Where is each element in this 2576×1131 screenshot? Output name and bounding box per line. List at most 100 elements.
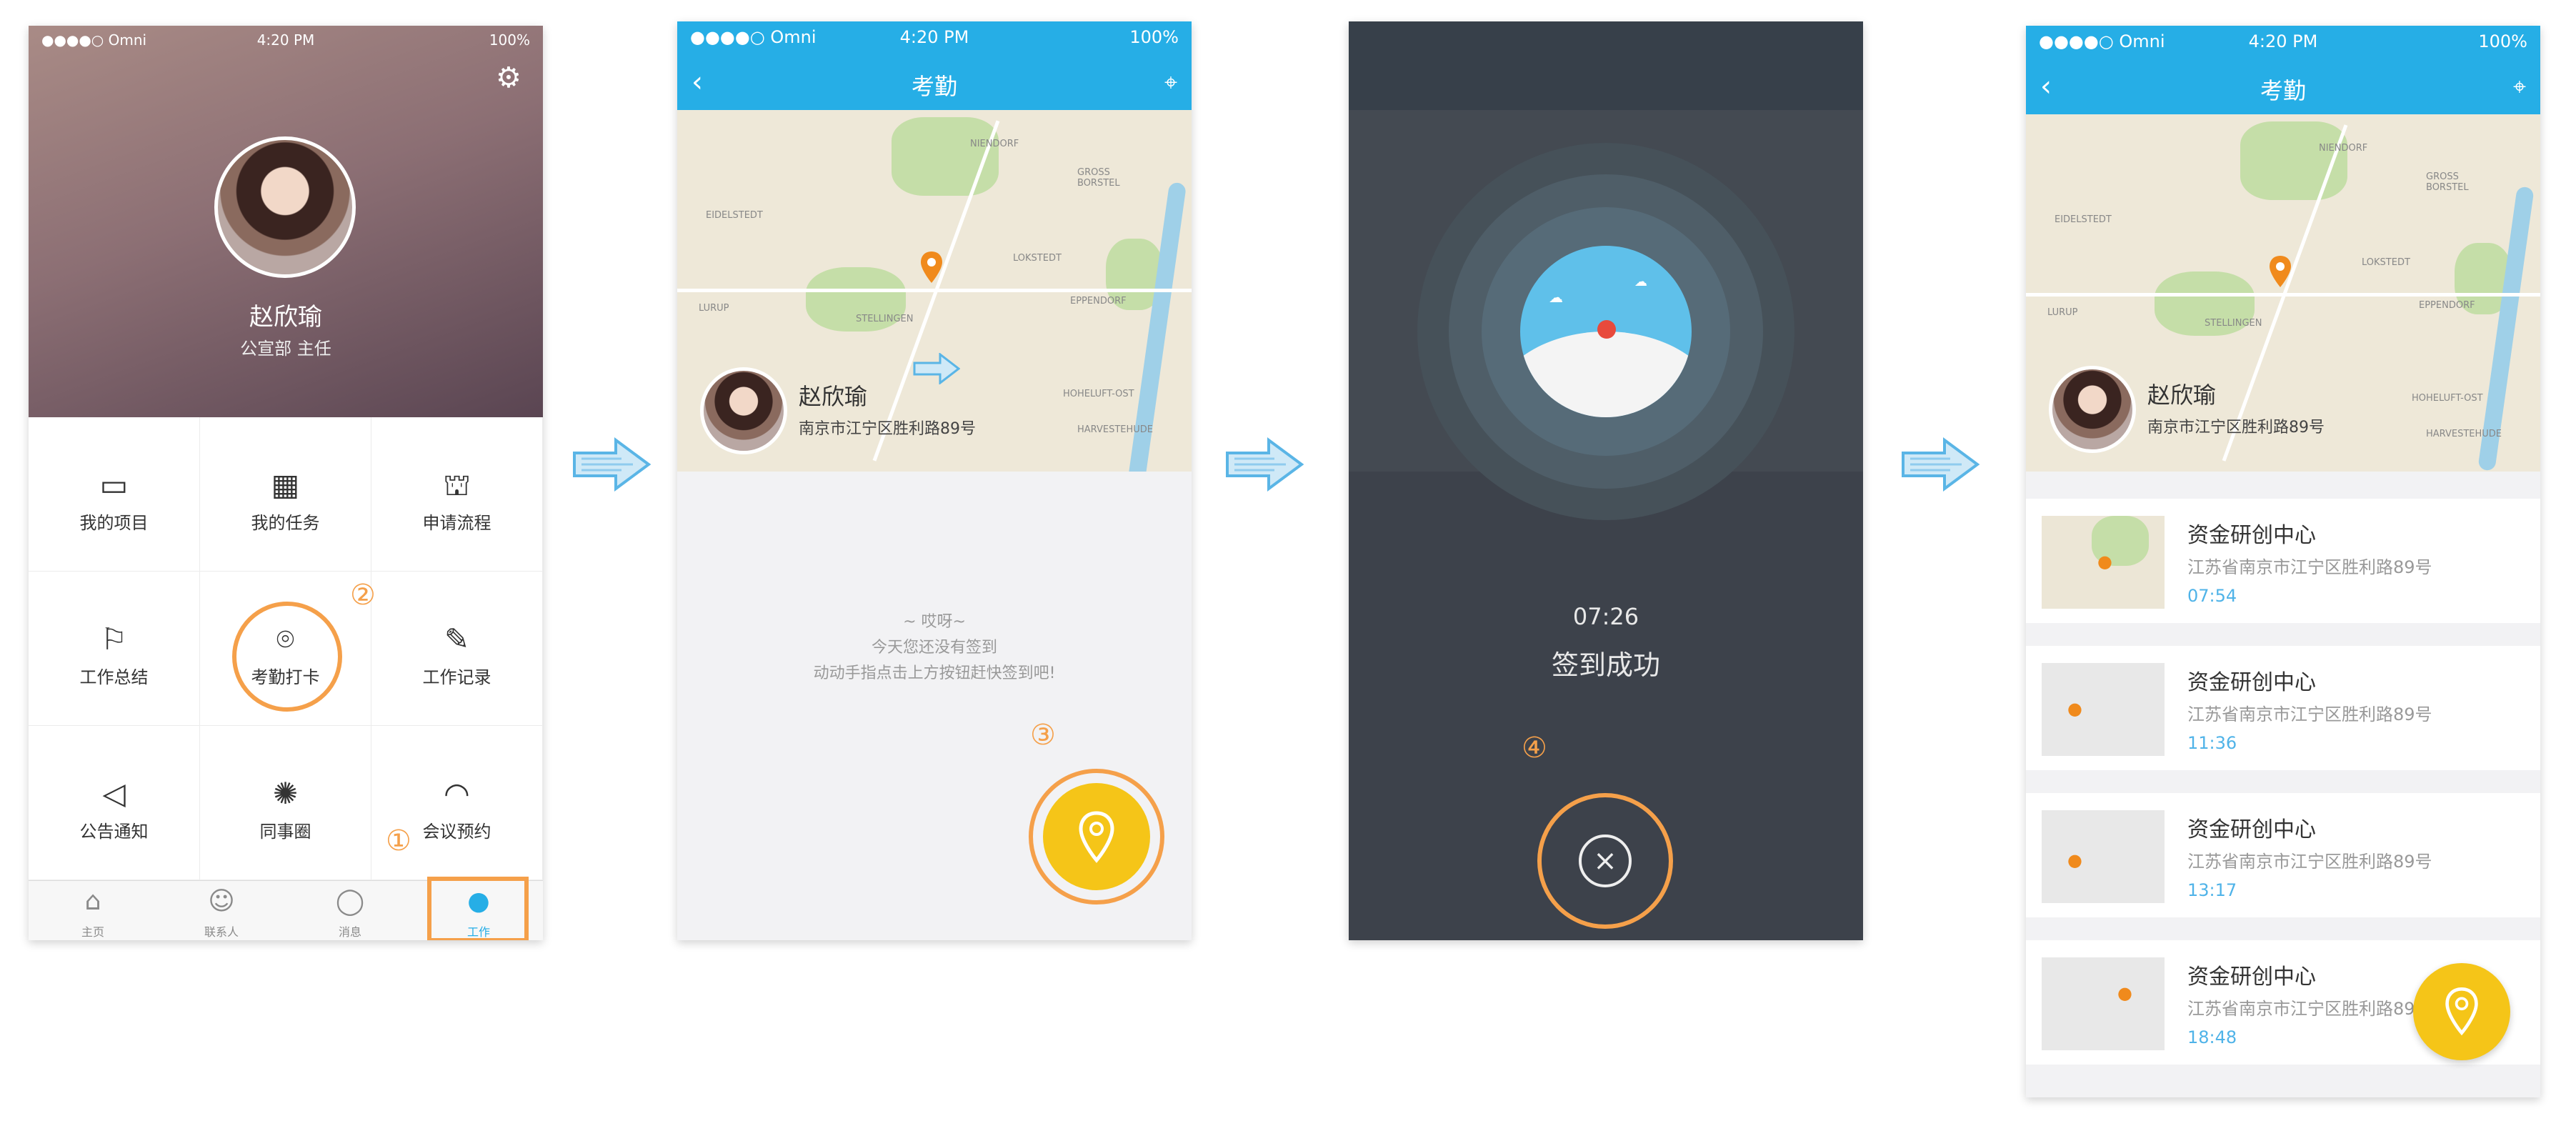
map-icon[interactable]: ⌖ — [2513, 73, 2526, 101]
map-view[interactable]: NIENDORF GROSS BORSTEL EIDELSTEDT LOKSTE… — [677, 110, 1192, 472]
map-label: LURUP — [699, 303, 729, 314]
status-bar: ●●●●○ Omni 4:20 PM 100% — [677, 21, 1192, 53]
tab-label: 消息 — [338, 925, 361, 939]
map-view[interactable]: NIENDORF GROSS BORSTEL EIDELSTEDT LOKSTE… — [2026, 114, 2540, 472]
clock-label: 4:20 PM — [2248, 31, 2318, 51]
tab-label: 联系人 — [204, 925, 239, 939]
profile-name: 赵欣瑜 — [249, 303, 322, 332]
record-address: 江苏省南京市江宁区胜利路89号 — [2187, 557, 2432, 577]
success-illustration: ☁ ☁ — [1520, 246, 1692, 417]
map-label: LURUP — [2047, 307, 2078, 318]
record-item[interactable]: ● 资金研创中心 江苏省南京市江宁区胜利路89号 13:17 — [2026, 793, 2540, 917]
record-title: 资金研创中心 — [2187, 523, 2316, 548]
location-pin-icon — [2270, 256, 2291, 287]
map-label: GROSS BORSTEL — [1077, 167, 1120, 189]
grid-item-colleagues[interactable]: ✺ 同事圈 — [200, 726, 371, 880]
map-label: EPPENDORF — [1070, 296, 1127, 307]
record-address: 江苏省南京市江宁区胜利路89号 — [2187, 999, 2432, 1019]
map-label: NIENDORF — [970, 139, 1019, 149]
step-4-marker: ④ — [1522, 732, 1547, 764]
flow-arrow-icon — [1226, 437, 1304, 492]
grid-item-projects[interactable]: ▭ 我的项目 — [29, 417, 200, 572]
battery-label: 100% — [489, 31, 530, 49]
meeting-icon: ◠ — [444, 776, 470, 811]
empty-line-2: 今天您还没有签到 — [871, 639, 997, 657]
record-item[interactable]: ● 资金研创中心 江苏省南京市江宁区胜利路89号 11:36 — [2026, 646, 2540, 770]
chat-icon: ◯ — [335, 887, 365, 916]
tab-messages[interactable]: ◯ 消息 — [286, 881, 414, 940]
calendar-icon: ▦ — [271, 467, 300, 502]
record-time: 18:48 — [2187, 1027, 2237, 1047]
tab-contacts[interactable]: ☺ 联系人 — [157, 881, 286, 940]
record-address: 江苏省南京市江宁区胜利路89号 — [2187, 852, 2432, 872]
step-2-marker: ② — [350, 579, 376, 612]
step-1-marker: ① — [386, 824, 411, 857]
grid-item-label: 公告通知 — [79, 822, 149, 842]
grid-item-notice[interactable]: ◁ 公告通知 — [29, 726, 200, 880]
record-item[interactable]: ● 资金研创中心 江苏省南京市江宁区胜利路89号 07:54 — [2026, 499, 2540, 623]
clock-label: 4:20 PM — [899, 27, 969, 47]
grid-item-label: 同事圈 — [259, 822, 311, 842]
aperture-icon: ✺ — [272, 776, 299, 811]
settings-gear-icon[interactable]: ⚙ — [496, 61, 521, 94]
highlight-box-work-tab — [427, 877, 529, 940]
grid-item-label: 工作总结 — [79, 667, 149, 687]
map-label: GROSS BORSTEL — [2426, 171, 2469, 193]
page-title: 考勤 — [2260, 77, 2306, 104]
flow-arrow-icon — [1902, 437, 1980, 492]
tab-home[interactable]: ⌂ 主页 — [29, 881, 157, 940]
profile-avatar[interactable] — [214, 136, 356, 278]
map-icon[interactable]: ⌖ — [1164, 69, 1177, 96]
flag-icon: ⚐ — [100, 622, 128, 657]
location-pin-icon: ● — [2067, 699, 2082, 719]
step-3-marker: ③ — [1030, 719, 1056, 752]
work-screen: ●●●●○ Omni 4:20 PM 100% ⚙ 赵欣瑜 公宣部 主任 ▭ 我的… — [29, 26, 543, 940]
grid-item-label: 我的任务 — [251, 513, 320, 533]
stamp-icon: ⛫ — [443, 467, 471, 502]
direction-arrow-icon — [913, 353, 960, 384]
battery-label: 100% — [1129, 27, 1179, 47]
record-map-thumbnail: ● — [2042, 957, 2165, 1050]
megaphone-icon: ◁ — [102, 776, 126, 811]
empty-line-1: ~ 哎呀~ — [903, 613, 966, 631]
record-address: 江苏省南京市江宁区胜利路89号 — [2187, 704, 2432, 724]
nav-bar: ‹ 考勤 ⌖ — [2026, 63, 2540, 110]
user-avatar — [700, 367, 787, 454]
grid-item-worklog[interactable]: ✎ 工作记录 — [371, 572, 543, 726]
record-title: 资金研创中心 — [2187, 670, 2316, 695]
location-pin-icon — [921, 251, 942, 283]
map-label: LOKSTEDT — [2362, 257, 2410, 268]
user-name: 赵欣瑜 — [799, 383, 868, 410]
record-map-thumbnail: ● — [2042, 663, 2165, 756]
grid-item-label: 工作记录 — [422, 667, 491, 687]
record-time: 07:54 — [2187, 586, 2237, 606]
grid-item-approval[interactable]: ⛫ 申请流程 — [371, 417, 543, 572]
grid-item-summary[interactable]: ⚐ 工作总结 — [29, 572, 200, 726]
map-label: HOHELUFT-OST — [1063, 389, 1134, 399]
location-pin-icon: ● — [2067, 850, 2082, 870]
map-label: LOKSTEDT — [1013, 253, 1062, 264]
checkin-time: 07:26 — [1572, 603, 1639, 630]
profile-role: 公宣部 主任 — [240, 339, 331, 359]
record-title: 资金研创中心 — [2187, 817, 2316, 842]
status-bar: ●●●●○ Omni 4:20 PM 100% — [2026, 26, 2540, 57]
highlight-ring-attendance — [232, 602, 342, 712]
inbox-icon: ▭ — [99, 467, 129, 502]
cloud-icon: ☁ — [1634, 274, 1647, 289]
grid-item-tasks[interactable]: ▦ 我的任务 — [200, 417, 371, 572]
map-label: STELLINGEN — [856, 314, 914, 324]
user-avatar — [2049, 366, 2136, 453]
map-label: HARVESTEHUDE — [1077, 424, 1154, 435]
nav-bar: ‹ 考勤 ⌖ — [677, 59, 1192, 106]
contacts-icon: ☺ — [208, 887, 235, 916]
record-time: 11:36 — [2187, 733, 2237, 753]
record-time: 13:17 — [2187, 880, 2237, 900]
dim-header — [1349, 21, 1863, 110]
map-label: NIENDORF — [2319, 143, 2368, 154]
pen-icon: ✎ — [444, 622, 470, 657]
map-label: HOHELUFT-OST — [2412, 393, 2483, 404]
attendance-screen: ●●●●○ Omni 4:20 PM 100% ‹ 考勤 ⌖ NIENDORF … — [677, 21, 1192, 940]
record-map-thumbnail: ● — [2042, 516, 2165, 609]
location-pin-icon — [2445, 987, 2478, 1036]
battery-label: 100% — [2478, 31, 2527, 51]
